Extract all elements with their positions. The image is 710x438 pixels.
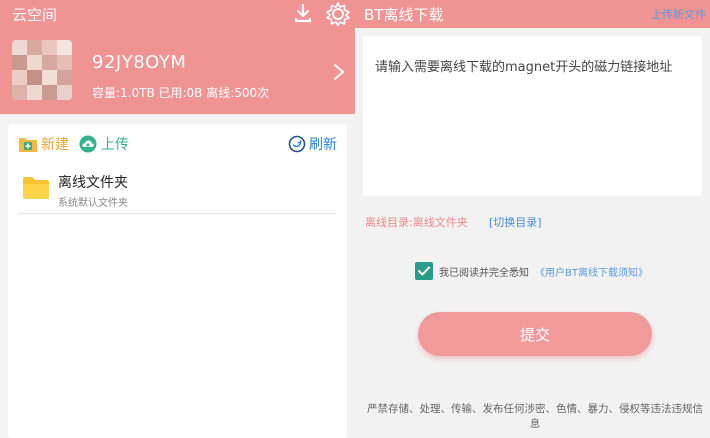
bt-download-header: BT离线下载 上传新文件 (355, 0, 710, 28)
avatar[interactable] (12, 40, 72, 100)
upload-button[interactable]: 上传 (78, 134, 129, 154)
new-folder-button[interactable]: 新建 (18, 134, 69, 154)
new-folder-label: 新建 (41, 137, 69, 153)
submit-button[interactable]: 提交 (418, 312, 652, 356)
offline-directory-label: 离线目录:离线文件夹 (365, 216, 468, 229)
upload-label: 上传 (101, 137, 129, 153)
agreement-text: 我已阅读并完全悉知 (439, 267, 529, 279)
switch-directory-link[interactable]: [切换目录] (489, 214, 542, 230)
new-folder-icon (19, 138, 37, 152)
cloud-space-header: 云空间 92JY8OYM 容量:1.0TB 已用:0B 离线:500次 (0, 0, 355, 114)
download-icon[interactable] (292, 2, 314, 24)
gear-icon[interactable] (325, 1, 351, 27)
agreement-notice-link[interactable]: 《用户BT离线下载须知》 (535, 264, 648, 279)
list-item[interactable]: 离线文件夹 系统默认文件夹 (18, 168, 336, 214)
chevron-right-icon[interactable] (332, 62, 346, 82)
refresh-button[interactable]: 刷新 (288, 134, 337, 154)
folder-icon (23, 177, 49, 199)
upload-new-file-link[interactable]: 上传新文件 (651, 6, 706, 22)
file-list-card: 新建 上传 刷新 离线文件夹 系统默认文件夹 (8, 124, 347, 438)
agreement-checkbox[interactable] (415, 262, 433, 280)
page-title: 云空间 (12, 6, 58, 24)
magnet-link-input[interactable] (363, 36, 702, 196)
storage-info: 容量:1.0TB 已用:0B 离线:500次 (92, 86, 270, 100)
folder-name: 离线文件夹 (58, 175, 128, 191)
legal-warning: 严禁存储、处理、传输、发布任何涉密、色情、暴力、侵权等违法违规信息 (367, 403, 703, 430)
bt-download-panel: BT离线下载 上传新文件 离线目录:离线文件夹 [切换目录] 我已阅读并完全悉知… (355, 0, 710, 438)
refresh-icon (288, 135, 306, 153)
bt-download-title: BT离线下载 (364, 6, 444, 24)
agreement-row: 我已阅读并完全悉知 《用户BT离线下载须知》 (415, 262, 648, 280)
refresh-label: 刷新 (309, 137, 337, 153)
cloud-space-panel: 云空间 92JY8OYM 容量:1.0TB 已用:0B 离线:500次 新建 上… (0, 0, 355, 438)
user-name: 92JY8OYM (92, 52, 187, 73)
folder-description: 系统默认文件夹 (58, 198, 128, 209)
upload-cloud-icon (79, 135, 97, 153)
check-icon (418, 266, 430, 276)
